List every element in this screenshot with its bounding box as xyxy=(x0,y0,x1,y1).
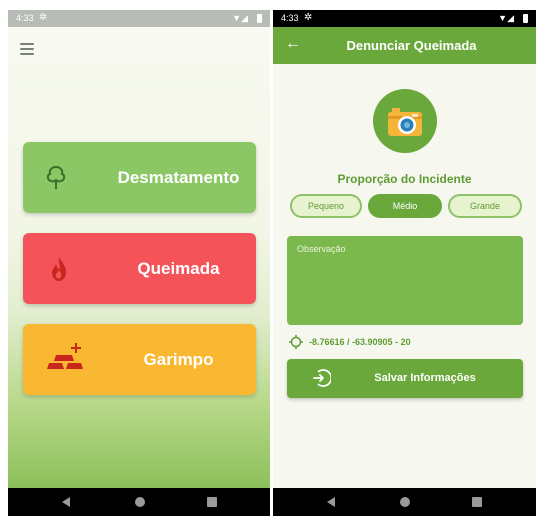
tree-icon xyxy=(46,165,66,189)
settings-icon: ✲ xyxy=(304,12,313,23)
home-content: Desmatamento Queimada Garimpo xyxy=(8,27,270,488)
status-bar: 4:33 ✲ ▼◢ xyxy=(8,10,270,27)
garimpo-label: Garimpo xyxy=(143,350,214,369)
camera-icon xyxy=(388,108,422,136)
navigation-bar xyxy=(8,488,270,516)
signal-icon: ▼◢ xyxy=(498,13,514,23)
flame-icon xyxy=(52,257,66,281)
gps-icon xyxy=(289,335,303,349)
size-option-grande[interactable]: Grande xyxy=(448,194,522,218)
battery-icon xyxy=(257,14,262,23)
queimada-button[interactable]: Queimada xyxy=(23,233,256,304)
observation-box xyxy=(287,236,523,325)
status-bar: 4:33 ✲ ▼◢ xyxy=(273,10,536,27)
camera-button[interactable] xyxy=(373,89,437,153)
nav-recents-icon[interactable] xyxy=(472,497,482,507)
incident-size-heading: Proporção do Incidente xyxy=(337,172,472,186)
settings-icon: ✲ xyxy=(39,12,48,23)
desmatamento-button[interactable]: Desmatamento xyxy=(23,142,256,213)
menu-icon[interactable] xyxy=(20,43,34,58)
nav-back-icon[interactable] xyxy=(62,497,70,507)
nav-recents-icon[interactable] xyxy=(207,497,217,507)
observation-field[interactable] xyxy=(287,236,523,325)
nav-home-icon[interactable] xyxy=(135,497,145,507)
battery-icon xyxy=(523,14,528,23)
garimpo-button[interactable]: Garimpo xyxy=(23,324,256,395)
app-bar: ← Denunciar Queimada xyxy=(273,27,536,64)
save-button[interactable]: Salvar Informações xyxy=(287,359,523,398)
size-option-medio[interactable]: Médio xyxy=(368,194,442,218)
nav-back-icon[interactable] xyxy=(327,497,335,507)
page-title: Denunciar Queimada xyxy=(346,38,477,53)
queimada-label: Queimada xyxy=(137,259,220,278)
report-form: Proporção do Incidente Pequeno Médio Gra… xyxy=(273,64,536,488)
location-text: -8.76616 / -63.90905 - 20 xyxy=(309,337,411,347)
size-option-pequeno[interactable]: Pequeno xyxy=(290,194,362,218)
status-time: 4:33 xyxy=(16,13,34,23)
signal-icon: ▼◢ xyxy=(232,13,248,23)
desmatamento-label: Desmatamento xyxy=(117,168,240,187)
save-button-label: Salvar Informações xyxy=(374,372,476,384)
navigation-bar xyxy=(273,488,536,516)
left-phone-screen: 4:33 ✲ ▼◢ Desmatamento Queimada Garimpo xyxy=(8,10,270,516)
status-time: 4:33 xyxy=(281,13,299,23)
nav-home-icon[interactable] xyxy=(400,497,410,507)
right-phone-screen: 4:33 ✲ ▼◢ ← Denunciar Queimada Proporção… xyxy=(273,10,536,516)
gold-bars-icon xyxy=(47,343,83,369)
